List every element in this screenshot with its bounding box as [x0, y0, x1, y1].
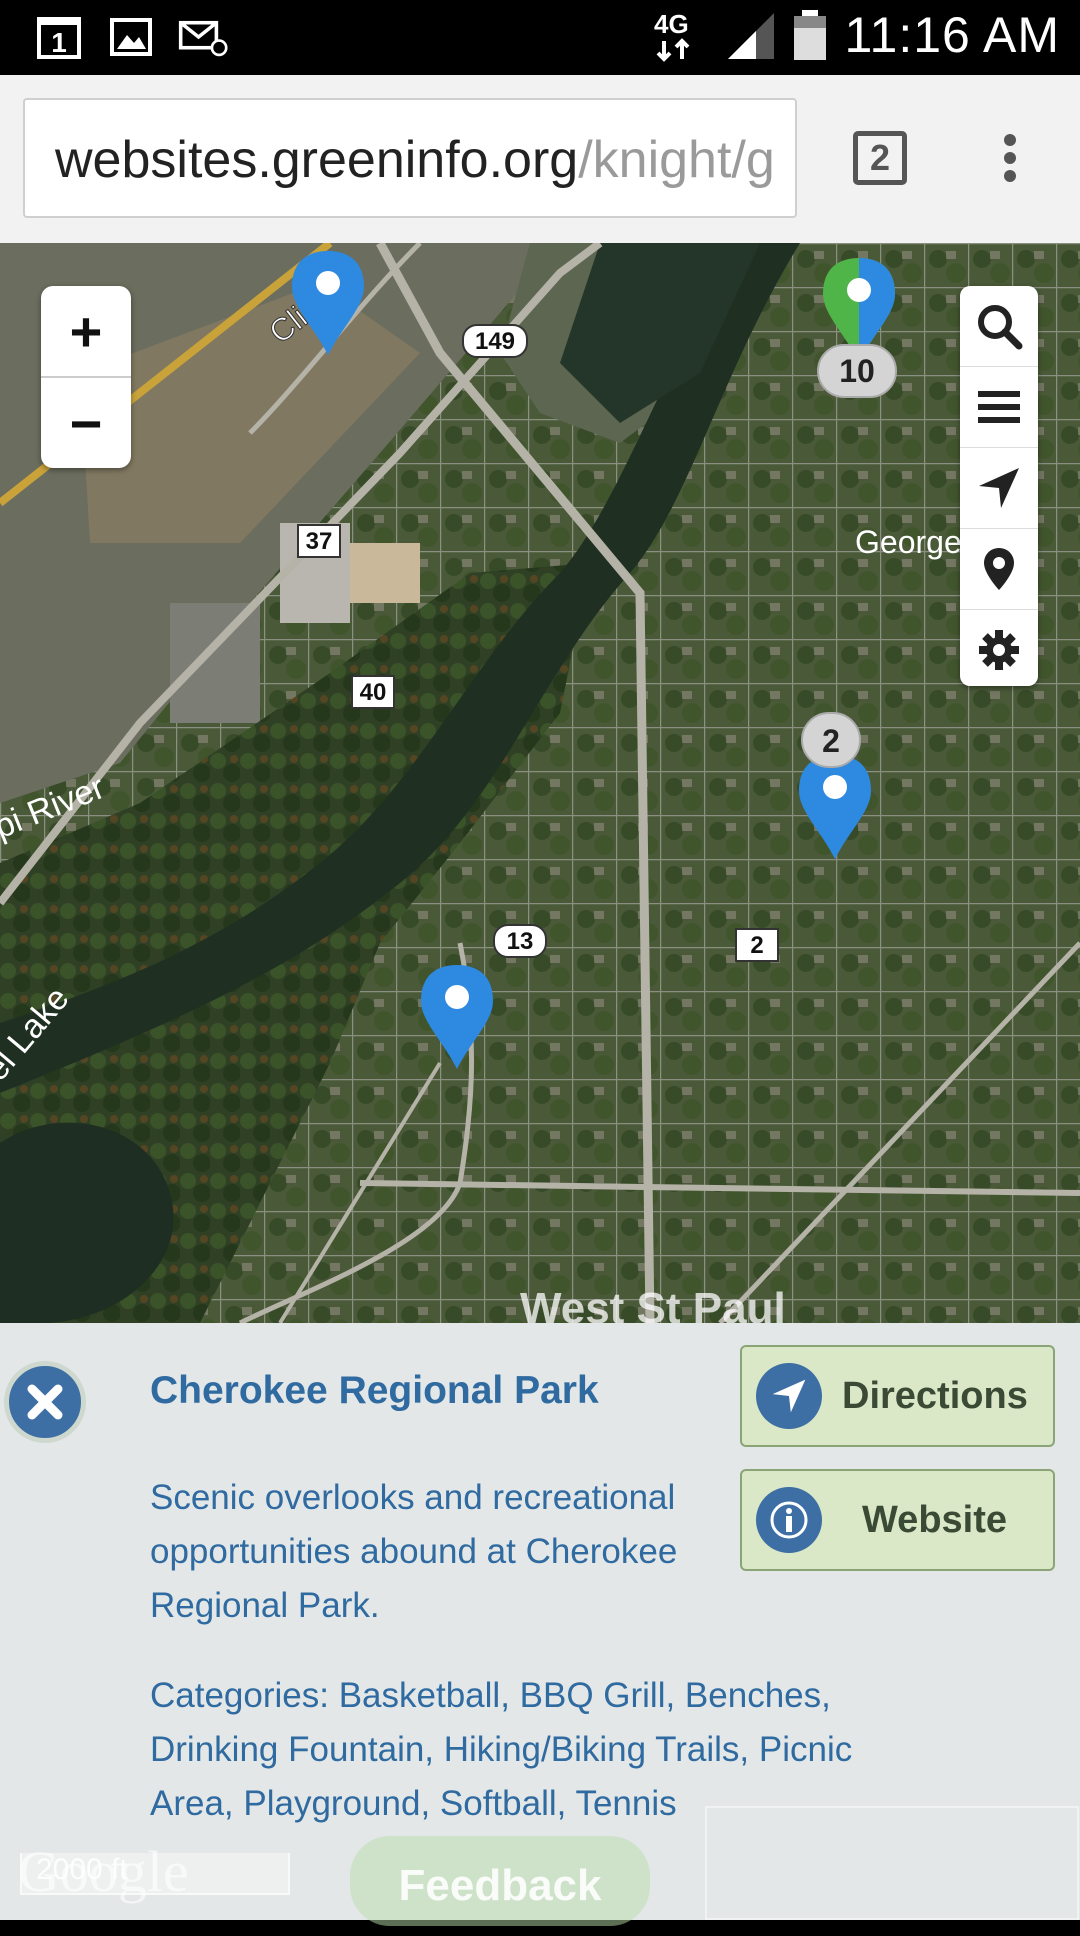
- url-text: websites.greeninfo.org/knight/g: [55, 130, 775, 190]
- info-icon: [770, 1501, 808, 1539]
- signal-icon: [728, 13, 775, 59]
- zoom-out-button[interactable]: −: [41, 378, 131, 468]
- website-label: Website: [862, 1498, 1008, 1541]
- svg-text:2: 2: [822, 723, 840, 759]
- settings-icon: [979, 630, 1019, 670]
- status-time: 11:16 AM: [844, 7, 1060, 63]
- search-icon: [978, 305, 1023, 350]
- road-shield-37: 37: [297, 524, 341, 558]
- network-label: 4G: [654, 9, 689, 39]
- network-4g-icon: 4G: [654, 9, 690, 62]
- calendar-icon: 1: [34, 12, 84, 62]
- list-button[interactable]: [960, 367, 1038, 448]
- road-shield-13: 13: [493, 924, 547, 958]
- zoom-control: + −: [41, 286, 131, 468]
- status-bar: 1 4G 11:16 AM: [0, 0, 1080, 75]
- email-icon: [178, 12, 228, 62]
- map-toolbar: [960, 286, 1038, 686]
- directions-label: Directions: [842, 1374, 1028, 1417]
- navigate-icon: [772, 1379, 806, 1413]
- svg-text:10: 10: [839, 353, 875, 389]
- park-title: Cherokee Regional Park: [150, 1369, 599, 1412]
- feedback-button[interactable]: Feedback: [350, 1836, 650, 1926]
- road-shield-2: 2: [735, 928, 779, 962]
- cluster-badge-2[interactable]: 2: [801, 712, 861, 768]
- cluster-badge-10[interactable]: 10: [817, 344, 897, 398]
- url-path: /knight/g: [578, 131, 775, 189]
- close-icon: [27, 1384, 63, 1420]
- browser-menu-button[interactable]: [990, 130, 1030, 190]
- website-button[interactable]: Website: [740, 1469, 1055, 1571]
- map-overlay-box: [705, 1806, 1079, 1920]
- tab-count: 2: [869, 137, 891, 178]
- close-panel-button[interactable]: [4, 1361, 86, 1443]
- gallery-icon: [106, 12, 156, 62]
- road-shield-40: 40: [351, 675, 395, 709]
- location-button[interactable]: [960, 529, 1038, 610]
- map-label-george: George: [855, 524, 962, 560]
- location-pin-icon: [984, 548, 1014, 590]
- directions-button[interactable]: Directions: [740, 1345, 1055, 1447]
- satellite-map: 149 37 40 13 2 Cliff St George pi River …: [0, 243, 1080, 1323]
- settings-button[interactable]: [960, 610, 1038, 690]
- svg-text:40: 40: [360, 679, 387, 706]
- navigate-icon: [979, 468, 1019, 508]
- map-label-west-st-paul: West St Paul: [520, 1284, 786, 1323]
- park-description: Scenic overlooks and recreational opport…: [150, 1478, 678, 1625]
- calendar-day: 1: [51, 27, 67, 58]
- list-icon: [978, 391, 1020, 423]
- browser-toolbar: websites.greeninfo.org/knight/g 2: [0, 75, 1080, 244]
- zoom-in-button[interactable]: +: [41, 286, 131, 378]
- search-button[interactable]: [960, 286, 1038, 367]
- url-host: websites.greeninfo.org: [55, 131, 579, 189]
- svg-text:149: 149: [475, 328, 515, 355]
- url-bar[interactable]: websites.greeninfo.org/knight/g: [23, 98, 797, 218]
- scale-bar: 2000 ft: [20, 1853, 290, 1895]
- svg-text:37: 37: [306, 528, 333, 555]
- navigate-button[interactable]: [960, 448, 1038, 529]
- map-view[interactable]: 149 37 40 13 2 Cliff St George pi River …: [0, 243, 1080, 1323]
- svg-text:2: 2: [750, 932, 763, 959]
- road-shield-149: 149: [462, 324, 528, 358]
- tab-switcher-button[interactable]: 2: [853, 131, 907, 185]
- svg-text:13: 13: [507, 928, 534, 955]
- battery-icon: [794, 10, 827, 60]
